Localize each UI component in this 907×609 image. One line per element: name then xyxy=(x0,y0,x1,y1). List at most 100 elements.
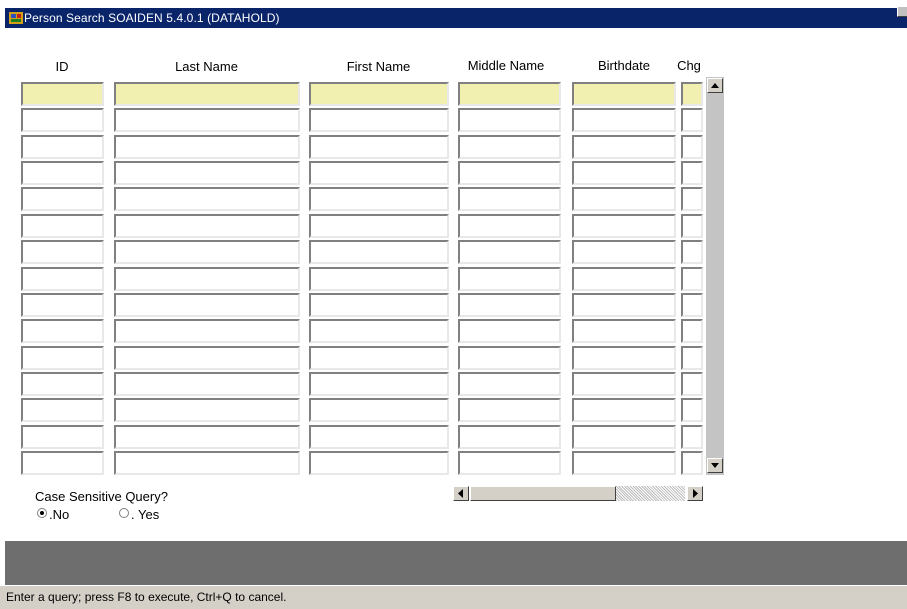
last-name-field[interactable] xyxy=(114,371,300,396)
last-name-field[interactable] xyxy=(114,450,300,475)
last-name-field[interactable] xyxy=(114,240,300,265)
horizontal-scrollbar[interactable] xyxy=(452,485,705,502)
birthdate-field[interactable] xyxy=(572,108,676,133)
chg-field[interactable] xyxy=(681,319,703,344)
id-field[interactable] xyxy=(21,424,104,449)
birthdate-field[interactable] xyxy=(572,424,676,449)
last-name-field[interactable] xyxy=(114,187,300,212)
chg-field[interactable] xyxy=(681,371,703,396)
horizontal-scroll-thumb[interactable] xyxy=(470,486,616,501)
last-name-field[interactable] xyxy=(114,266,300,291)
chg-field[interactable] xyxy=(681,134,703,159)
id-field[interactable] xyxy=(21,398,104,423)
birthdate-field[interactable] xyxy=(572,345,676,370)
id-field[interactable] xyxy=(21,161,104,186)
middle-name-field[interactable] xyxy=(458,82,561,106)
id-field[interactable] xyxy=(21,345,104,370)
first-name-field[interactable] xyxy=(309,213,449,238)
first-name-field[interactable] xyxy=(309,398,449,423)
first-name-field[interactable] xyxy=(309,424,449,449)
first-name-field[interactable] xyxy=(309,266,449,291)
chg-field[interactable] xyxy=(681,292,703,317)
first-name-field[interactable] xyxy=(309,345,449,370)
chg-field[interactable] xyxy=(681,108,703,133)
chg-field[interactable] xyxy=(681,398,703,423)
last-name-field[interactable] xyxy=(114,424,300,449)
middle-name-field[interactable] xyxy=(458,319,561,344)
birthdate-field[interactable] xyxy=(572,319,676,344)
last-name-field[interactable] xyxy=(114,398,300,423)
birthdate-field[interactable] xyxy=(572,450,676,475)
middle-name-field[interactable] xyxy=(458,266,561,291)
middle-name-field[interactable] xyxy=(458,161,561,186)
birthdate-field[interactable] xyxy=(572,213,676,238)
id-field[interactable] xyxy=(21,240,104,265)
first-name-field[interactable] xyxy=(309,371,449,396)
chg-field[interactable] xyxy=(681,424,703,449)
radio-no[interactable] xyxy=(37,508,47,518)
middle-name-field[interactable] xyxy=(458,240,561,265)
middle-name-field[interactable] xyxy=(458,292,561,317)
chg-field[interactable] xyxy=(681,266,703,291)
last-name-field[interactable] xyxy=(114,319,300,344)
birthdate-field[interactable] xyxy=(572,82,676,106)
last-name-field[interactable] xyxy=(114,292,300,317)
first-name-field[interactable] xyxy=(309,450,449,475)
first-name-field[interactable] xyxy=(309,240,449,265)
id-field[interactable] xyxy=(21,319,104,344)
birthdate-field[interactable] xyxy=(572,187,676,212)
first-name-field[interactable] xyxy=(309,187,449,212)
birthdate-field[interactable] xyxy=(572,240,676,265)
last-name-field[interactable] xyxy=(114,134,300,159)
chg-field[interactable] xyxy=(681,187,703,212)
scroll-up-button[interactable] xyxy=(707,78,723,93)
chg-field[interactable] xyxy=(681,240,703,265)
scroll-down-button[interactable] xyxy=(707,458,723,473)
last-name-field[interactable] xyxy=(114,213,300,238)
vertical-scrollbar[interactable] xyxy=(706,77,724,475)
radio-no-label[interactable]: .No xyxy=(49,507,69,522)
middle-name-field[interactable] xyxy=(458,398,561,423)
minimize-button[interactable] xyxy=(897,6,907,17)
chg-field[interactable] xyxy=(681,161,703,186)
id-field[interactable] xyxy=(21,82,104,106)
birthdate-field[interactable] xyxy=(572,398,676,423)
middle-name-field[interactable] xyxy=(458,371,561,396)
middle-name-field[interactable] xyxy=(458,187,561,212)
birthdate-field[interactable] xyxy=(572,134,676,159)
id-field[interactable] xyxy=(21,266,104,291)
scroll-right-button[interactable] xyxy=(687,486,703,501)
id-field[interactable] xyxy=(21,213,104,238)
id-field[interactable] xyxy=(21,292,104,317)
chg-field[interactable] xyxy=(681,82,703,106)
scroll-left-button[interactable] xyxy=(453,486,469,501)
last-name-field[interactable] xyxy=(114,108,300,133)
first-name-field[interactable] xyxy=(309,292,449,317)
radio-yes-label[interactable]: . Yes xyxy=(131,507,159,522)
horizontal-scroll-track[interactable] xyxy=(616,486,685,501)
radio-yes[interactable] xyxy=(119,508,129,518)
middle-name-field[interactable] xyxy=(458,424,561,449)
first-name-field[interactable] xyxy=(309,319,449,344)
last-name-field[interactable] xyxy=(114,82,300,106)
birthdate-field[interactable] xyxy=(572,371,676,396)
chg-field[interactable] xyxy=(681,345,703,370)
id-field[interactable] xyxy=(21,187,104,212)
middle-name-field[interactable] xyxy=(458,213,561,238)
first-name-field[interactable] xyxy=(309,134,449,159)
middle-name-field[interactable] xyxy=(458,450,561,475)
middle-name-field[interactable] xyxy=(458,134,561,159)
first-name-field[interactable] xyxy=(309,161,449,186)
birthdate-field[interactable] xyxy=(572,266,676,291)
id-field[interactable] xyxy=(21,108,104,133)
birthdate-field[interactable] xyxy=(572,292,676,317)
chg-field[interactable] xyxy=(681,450,703,475)
id-field[interactable] xyxy=(21,134,104,159)
chg-field[interactable] xyxy=(681,213,703,238)
id-field[interactable] xyxy=(21,450,104,475)
id-field[interactable] xyxy=(21,371,104,396)
birthdate-field[interactable] xyxy=(572,161,676,186)
first-name-field[interactable] xyxy=(309,108,449,133)
last-name-field[interactable] xyxy=(114,161,300,186)
first-name-field[interactable] xyxy=(309,82,449,106)
